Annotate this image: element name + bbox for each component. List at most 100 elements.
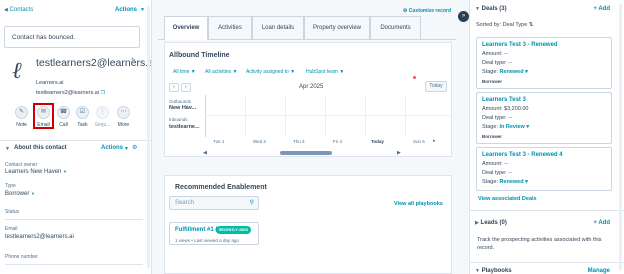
enablement-title: Recommended Enablement	[175, 184, 267, 191]
gridline	[285, 95, 286, 137]
call-button[interactable]: ☎ Call	[55, 106, 72, 128]
contacts-breadcrumb[interactable]: Contacts	[10, 7, 34, 13]
notification-dot	[413, 76, 416, 79]
contact-company: Learners.ai	[36, 80, 64, 86]
search-icon: ⚲	[249, 200, 254, 206]
playbook-meta: 1 views • Last viewed a day ago	[175, 238, 239, 243]
copy-icon[interactable]: ❐	[101, 90, 105, 96]
view-associated-deals-link[interactable]: View associated Deals	[478, 196, 537, 202]
filter-time[interactable]: All time ▼	[173, 69, 196, 75]
next-button[interactable]: ›	[181, 83, 191, 92]
timeline-card: Allbound Timeline All time ▼ All activit…	[164, 42, 452, 157]
day-tick: Tue 1	[213, 139, 225, 144]
scrollbar[interactable]	[619, 4, 622, 270]
filter-assigned-to[interactable]: Activity assigned to ▼	[246, 69, 295, 75]
timeline-title: Allbound Timeline	[169, 52, 230, 59]
chevron-right-icon[interactable]: ▸	[433, 138, 436, 144]
edit-icon[interactable]: ✎	[131, 57, 136, 64]
field-label: Contact owner	[5, 162, 38, 168]
tab-documents[interactable]: Documents	[370, 16, 421, 40]
note-icon: ✎	[15, 106, 28, 119]
chevron-down-icon[interactable]: ▼	[140, 7, 145, 13]
collapse-sidebar-button[interactable]: »	[458, 11, 469, 22]
gear-icon[interactable]: ⚙	[132, 144, 137, 151]
sequence-button[interactable]: ⋮ Sequ...	[94, 106, 111, 128]
leads-header[interactable]: ▶ Leads (0)	[475, 220, 507, 226]
prev-button[interactable]: ‹	[169, 83, 179, 92]
day-tick: Wed 2	[253, 139, 266, 144]
playbook-search-input[interactable]: Search ⚲	[169, 196, 259, 210]
sequence-icon: ⋮	[96, 106, 109, 119]
contact-actions-menu[interactable]: Actions	[115, 7, 137, 13]
phone-icon: ☎	[57, 106, 70, 119]
scroll-right-icon[interactable]: ▶	[397, 150, 401, 156]
row-label: Outbounds	[169, 99, 192, 104]
deal-card[interactable]: Learners Test 3 - Renewed Amount: -- Dea…	[476, 37, 612, 89]
tab-loan-details[interactable]: Loan details	[252, 16, 304, 40]
customize-record-link[interactable]: ⚙ Customize record	[403, 8, 451, 14]
add-deal-button[interactable]: + Add	[593, 6, 610, 12]
leads-description: Track the prospecting activities associa…	[477, 237, 602, 251]
field-label: Email	[5, 226, 18, 232]
day-tick-today: Today	[371, 139, 384, 144]
divider	[470, 210, 624, 211]
field-label: Phone number	[5, 254, 38, 260]
deal-name[interactable]: Learners Test 3 - Renewed	[482, 42, 558, 48]
row-name: New Hav...	[169, 105, 197, 111]
deal-stage[interactable]: Stage: In Review ▾	[482, 124, 529, 130]
note-button[interactable]: ✎ Note	[13, 106, 30, 128]
about-actions-menu[interactable]: Actions	[101, 145, 123, 151]
deals-header[interactable]: ▼ Deals (3)	[475, 6, 507, 12]
tab-property-overview[interactable]: Property overview	[304, 16, 370, 40]
view-all-playbooks-link[interactable]: View all playbooks	[394, 201, 443, 207]
deal-name[interactable]: Learners Test 3	[482, 97, 526, 103]
deals-sort[interactable]: Sorted by: Deal Type ⇅	[476, 22, 533, 28]
avatar: ℓ	[12, 58, 22, 84]
contact-owner-field[interactable]: Learners New Haven ▼	[5, 169, 67, 175]
deal-stage[interactable]: Stage: Renewed ▾	[482, 69, 528, 75]
gridline	[325, 95, 326, 137]
deal-card[interactable]: Learners Test 3 Amount: $3,200.00 Deal t…	[476, 92, 612, 144]
associations-sidebar: ▼ Deals (3) + Add Sorted by: Deal Type ⇅…	[469, 0, 624, 274]
divider	[470, 262, 624, 263]
deal-type: Deal type: --	[482, 60, 512, 66]
gridline	[365, 95, 366, 137]
status-field[interactable]	[5, 219, 143, 220]
back-chevron-icon[interactable]: ◀	[4, 7, 8, 13]
playbook-card[interactable]: Fulfillment #1 (C RECENTLY USED 1 views …	[169, 222, 259, 245]
day-tick: Thu 3	[293, 139, 305, 144]
scroll-left-icon[interactable]: ◀	[203, 150, 207, 156]
deal-name[interactable]: Learners Test 3 - Renewed 4	[482, 152, 563, 158]
deal-type: Deal type: --	[482, 115, 512, 121]
filter-activities[interactable]: All activities ▼	[205, 69, 237, 75]
sort-icon: ⇅	[528, 22, 534, 28]
more-icon: ⋯	[117, 106, 130, 119]
scrollbar[interactable]	[147, 6, 150, 268]
contact-email: testlearners2@learners.ai ❐	[36, 90, 106, 96]
tab-activities[interactable]: Activities	[208, 16, 252, 40]
deal-amount: Amount: --	[482, 51, 508, 57]
chevron-down-icon: ▼	[475, 6, 480, 12]
manage-playbooks-link[interactable]: Manage	[588, 268, 610, 274]
more-button[interactable]: ⋯ More	[115, 106, 132, 128]
type-field[interactable]: Borrower ▼	[5, 191, 35, 197]
about-section-header[interactable]: ▼ About this contact Actions ▼ ⚙	[0, 140, 151, 155]
tab-overview[interactable]: Overview	[164, 16, 208, 40]
day-tick: Sun 6	[413, 139, 425, 144]
deal-card[interactable]: Learners Test 3 - Renewed 4 Amount: -- D…	[476, 147, 612, 191]
gridline	[405, 95, 406, 137]
timeline-scrollbar[interactable]	[280, 151, 332, 155]
filter-team[interactable]: HubSpot team ▼	[306, 69, 344, 75]
playbooks-header[interactable]: ▼ Playbooks	[475, 268, 512, 274]
recently-used-badge: RECENTLY USED	[216, 226, 252, 234]
task-button[interactable]: ☑ Task	[74, 106, 91, 128]
phone-field[interactable]	[5, 264, 143, 265]
chevron-down-icon: ▼	[475, 268, 480, 274]
today-button[interactable]: Today	[425, 81, 447, 92]
deal-stage[interactable]: Stage: Renewed ▾	[482, 179, 528, 185]
divider	[205, 115, 451, 116]
email-field[interactable]: testlearners2@learners.ai	[5, 234, 74, 240]
add-lead-button[interactable]: + Add	[593, 220, 610, 226]
enablement-card: Recommended Enablement Search ⚲ View all…	[164, 175, 452, 274]
chevron-down-icon: ▼	[5, 146, 10, 152]
